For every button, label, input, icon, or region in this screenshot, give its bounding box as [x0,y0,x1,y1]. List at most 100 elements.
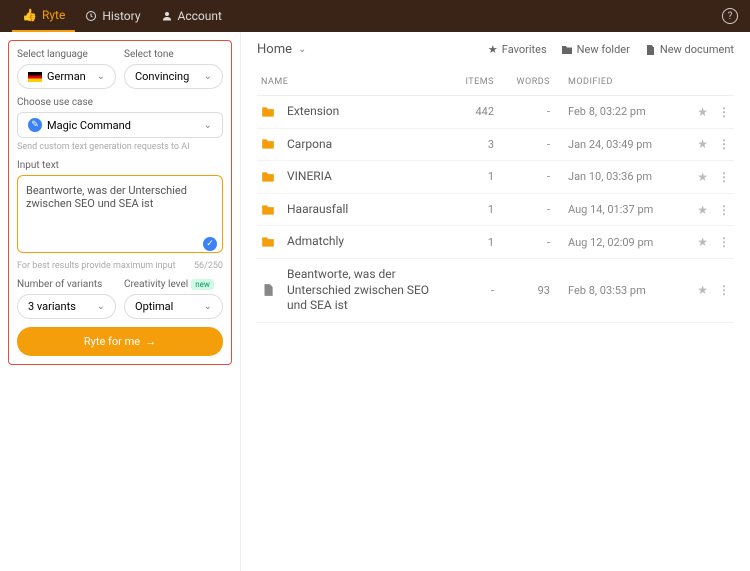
star-icon[interactable]: ★ [697,105,708,119]
chevron-down-icon: ⌄ [298,44,306,55]
tone-label: Select tone [124,49,223,60]
usecase-select[interactable]: ✎Magic Command ⌄ [17,112,223,138]
row-words: 93 [494,284,550,297]
table-row[interactable]: Extension442-Feb 8, 03:22 pm ★ ⋮ [257,96,734,129]
row-items: 1 [448,170,494,183]
language-select[interactable]: German ⌄ [17,64,116,89]
select-value: German [47,70,86,83]
folder-icon [261,203,279,217]
breadcrumb-label: Home [257,42,292,57]
more-icon[interactable]: ⋮ [718,137,730,151]
user-icon [161,10,173,22]
table-row[interactable]: Carpona3-Jan 24, 03:49 pm ★ ⋮ [257,129,734,162]
more-icon[interactable]: ⋮ [718,203,730,217]
new-badge: new [191,279,214,290]
variants-select[interactable]: 3 variants ⌄ [17,294,116,319]
row-name: Extension [287,104,448,120]
star-icon: ★ [488,43,498,56]
star-icon[interactable]: ★ [697,170,708,184]
row-words: - [494,236,550,249]
document-icon [261,283,279,297]
row-words: - [494,170,550,183]
creativity-select[interactable]: Optimal ⌄ [124,294,223,319]
nav-ryte[interactable]: 👍 Ryte [12,0,75,32]
arrow-right-icon: → [145,335,156,348]
row-name: Beantworte, was der Unterschied zwischen… [287,267,448,314]
action-label: Favorites [502,43,547,56]
language-label: Select language [17,49,116,60]
chevron-down-icon: ⌄ [97,71,105,82]
star-icon[interactable]: ★ [697,235,708,249]
magic-icon: ✎ [28,118,42,132]
row-words: - [494,203,550,216]
table-header: Name Items Words Modified [257,69,734,96]
select-value: Optimal [135,300,173,313]
more-icon[interactable]: ⋮ [718,235,730,249]
table-row[interactable]: Haarausfall1-Aug 14, 01:37 pm★⋮ [257,194,734,227]
table-row[interactable]: Admatchly1-Aug 12, 02:09 pm ★ ⋮ [257,226,734,259]
col-words: Words [494,77,550,87]
new-folder-button[interactable]: New folder [561,43,630,56]
input-textarea[interactable] [17,175,223,253]
more-icon[interactable]: ⋮ [718,105,730,119]
row-name: Admatchly [287,234,448,250]
tone-select[interactable]: Convincing ⌄ [124,64,223,89]
folder-icon [261,170,279,184]
document-plus-icon [644,44,656,56]
button-label: Ryte for me [84,335,140,348]
row-modified: Feb 8, 03:53 pm [550,284,680,297]
star-icon[interactable]: ★ [697,203,708,217]
nav-label: Account [178,9,222,23]
folder-icon [261,105,279,119]
help-icon[interactable]: ? [722,8,738,24]
star-icon[interactable]: ★ [697,137,708,151]
input-hint: For best results provide maximum input [17,261,176,271]
row-modified: Aug 14, 01:37 pm [550,203,680,216]
ryte-for-me-button[interactable]: Ryte for me → [17,327,223,356]
nav-history[interactable]: History [75,0,150,32]
table-row[interactable]: VINERIA1-Jan 10, 03:36 pm ★ ⋮ [257,161,734,194]
select-value: Magic Command [47,119,131,132]
star-icon[interactable]: ★ [697,283,708,297]
row-modified: Feb 8, 03:22 pm [550,105,680,118]
row-words: - [494,138,550,151]
table-row[interactable]: Beantworte, was der Unterschied zwischen… [257,259,734,323]
check-icon: ✓ [203,237,217,251]
row-modified: Jan 24, 03:49 pm [550,138,680,151]
usecase-hint: Send custom text generation requests to … [17,142,223,152]
input-counter: 56/250 [194,261,223,271]
flag-de-icon [28,72,42,82]
nav-account[interactable]: Account [151,0,232,32]
nav-label: Ryte [42,8,65,22]
chevron-down-icon: ⌄ [97,301,105,312]
action-label: New document [660,43,734,56]
more-icon[interactable]: ⋮ [718,283,730,297]
row-modified: Aug 12, 02:09 pm [550,236,680,249]
folder-plus-icon [561,44,573,56]
usecase-label: Choose use case [17,97,223,108]
row-modified: Jan 10, 03:36 pm [550,170,680,183]
new-document-button[interactable]: New document [644,43,734,56]
col-modified: Modified [550,77,680,87]
row-items: - [448,284,494,297]
row-name: Haarausfall [287,202,448,218]
history-icon [85,10,97,22]
thumbs-up-icon: 👍 [22,8,37,22]
row-items: 3 [448,138,494,151]
col-name: Name [261,77,448,87]
row-name: Carpona [287,137,448,153]
creativity-label: Creativity levelnew [124,279,223,290]
select-value: Convincing [135,70,189,83]
row-items: 442 [448,105,494,118]
row-name: VINERIA [287,169,448,185]
more-icon[interactable]: ⋮ [718,170,730,184]
favorites-button[interactable]: ★ Favorites [488,43,547,56]
nav-label: History [102,9,140,23]
folder-icon [261,235,279,249]
input-label: Input text [17,160,223,171]
folder-icon [261,137,279,151]
breadcrumb[interactable]: Home ⌄ [257,42,306,57]
variants-label: Number of variants [17,279,116,290]
row-items: 1 [448,236,494,249]
row-words: - [494,105,550,118]
